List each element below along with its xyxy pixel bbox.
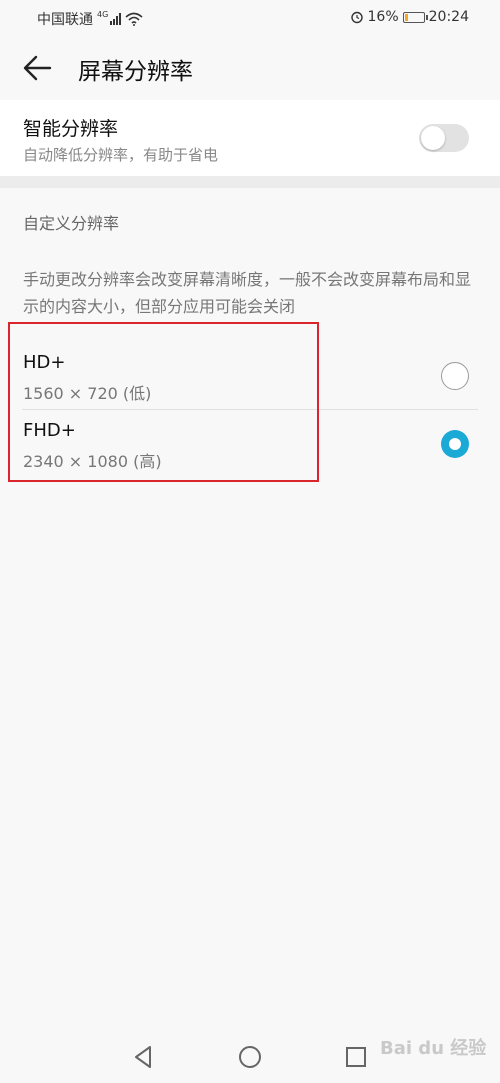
custom-resolution-description: 手动更改分辨率会改变屏幕清晰度，一般不会改变屏幕布局和显示的内容大小，但部分应用… <box>23 270 472 316</box>
radio-hd[interactable] <box>441 362 469 390</box>
status-bar: 中国联通 4G 16% 20:24 <box>0 0 500 34</box>
carrier-name: 中国联通 <box>37 12 93 28</box>
arrow-left-icon[interactable] <box>22 54 54 82</box>
network-type: 4G <box>97 9 109 19</box>
signal-icon <box>110 13 122 25</box>
radio-fhd-selected[interactable] <box>441 430 469 458</box>
battery-icon <box>402 11 428 23</box>
smart-resolution-toggle[interactable] <box>419 124 469 152</box>
smart-resolution-title: 智能分辨率 <box>23 118 119 140</box>
status-left: 中国联通 4G <box>37 9 143 29</box>
page-title: 屏幕分辨率 <box>78 59 193 85</box>
toggle-knob <box>421 126 445 150</box>
app-bar: 屏幕分辨率 <box>0 40 500 96</box>
nav-recents-icon[interactable] <box>343 1044 369 1070</box>
battery-fill <box>404 13 408 21</box>
nav-back-icon[interactable] <box>131 1044 157 1070</box>
clock: 20:24 <box>428 9 469 25</box>
nav-home-icon[interactable] <box>237 1044 263 1070</box>
wifi-icon <box>125 12 143 26</box>
custom-resolution-header: 自定义分辨率 <box>23 214 120 233</box>
section-divider <box>0 176 500 188</box>
smart-resolution-row[interactable]: 智能分辨率 自动降低分辨率，有助于省电 <box>0 100 500 176</box>
battery-percent: 16% <box>367 9 399 25</box>
alarm-icon <box>350 11 363 24</box>
status-right: 16% 20:24 <box>350 9 469 25</box>
highlight-annotation-box <box>8 322 319 482</box>
watermark: Bai du 经验 <box>380 1038 487 1059</box>
smart-resolution-subtitle: 自动降低分辨率，有助于省电 <box>23 146 219 164</box>
